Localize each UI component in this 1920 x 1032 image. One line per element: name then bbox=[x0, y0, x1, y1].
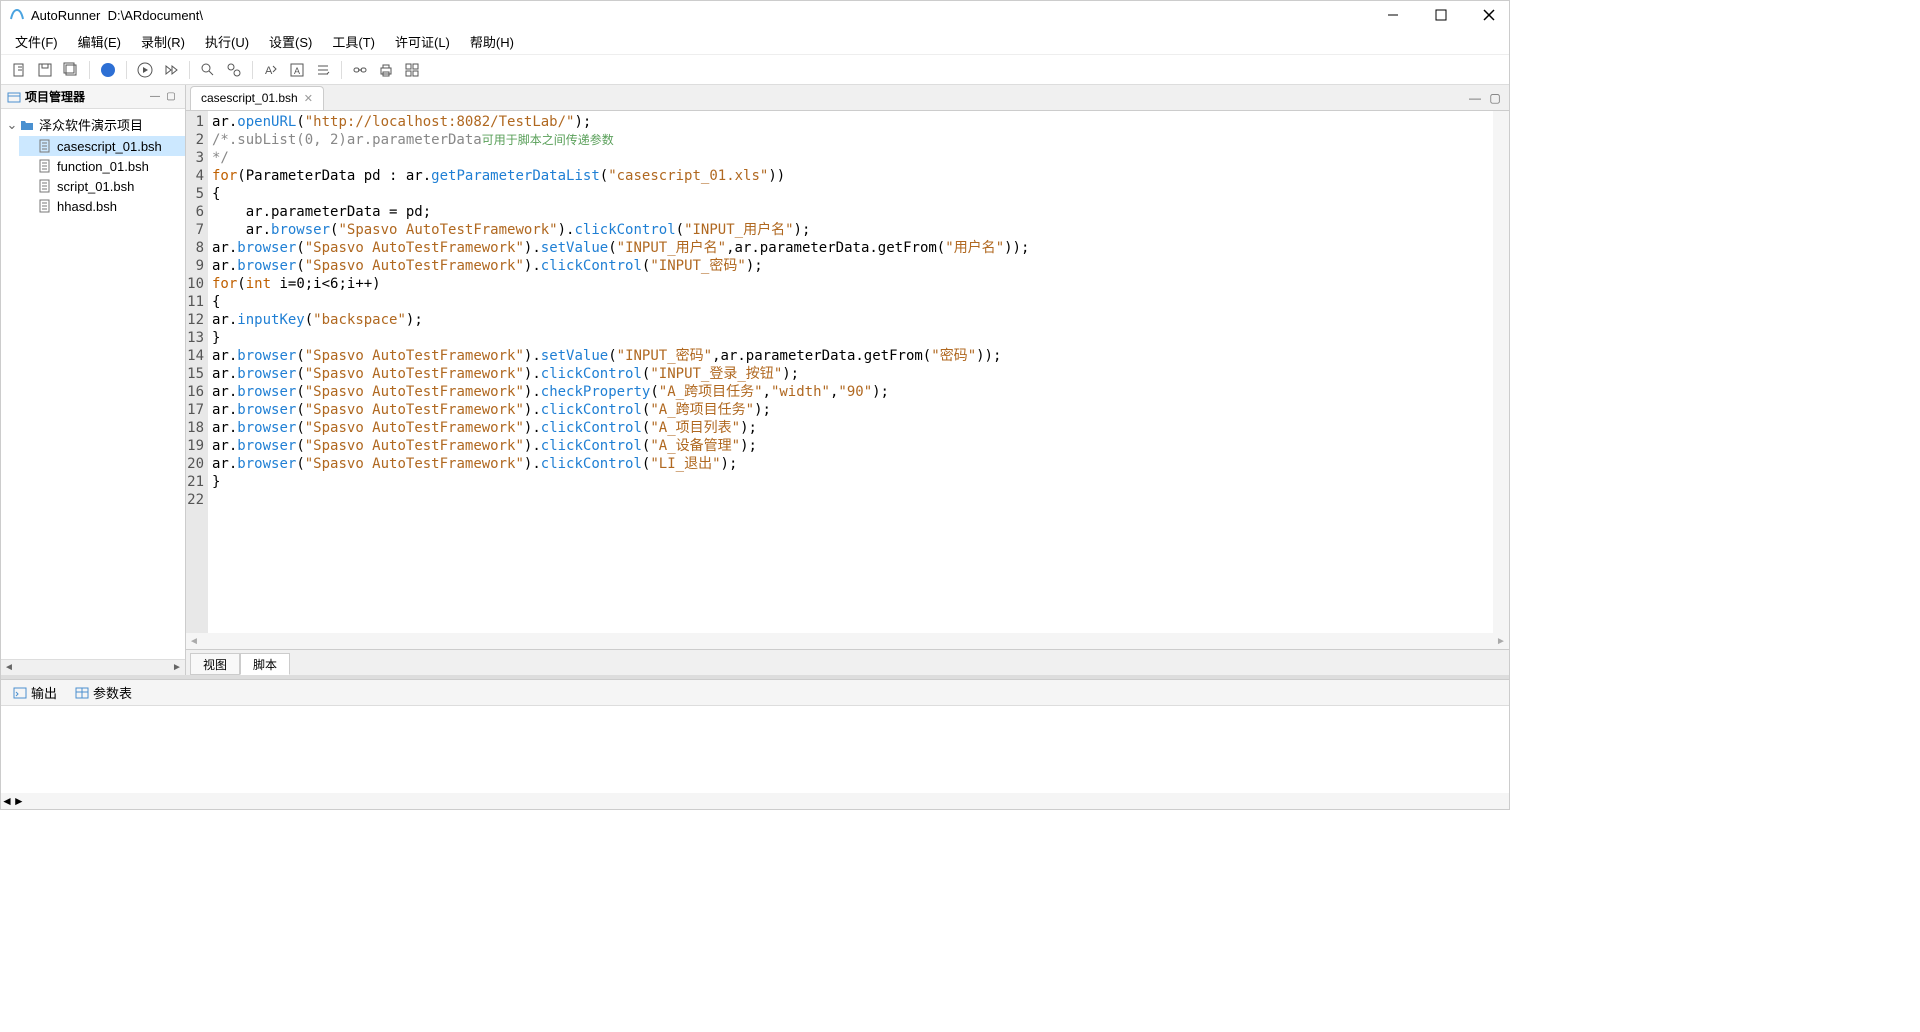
list-icon[interactable] bbox=[311, 58, 335, 82]
scroll-right-icon[interactable]: ► bbox=[169, 662, 185, 673]
svg-text:A: A bbox=[265, 65, 273, 77]
minimize-button[interactable] bbox=[1381, 3, 1405, 27]
output-body[interactable] bbox=[1, 706, 1509, 793]
format-icon[interactable]: A bbox=[285, 58, 309, 82]
menu-record[interactable]: 录制(R) bbox=[131, 28, 195, 55]
app-icon bbox=[9, 7, 25, 23]
close-button[interactable] bbox=[1477, 3, 1501, 27]
toolbar: A A bbox=[1, 55, 1509, 85]
maximize-button[interactable] bbox=[1429, 3, 1453, 27]
main-area: 项目管理器 — ▢ ⌄ 泽众软件演示项目 casescript_01.bshfu… bbox=[1, 85, 1509, 675]
menu-tools[interactable]: 工具(T) bbox=[322, 28, 385, 55]
scroll-right-icon[interactable]: ► bbox=[13, 794, 25, 808]
tab-maximize-icon[interactable]: ▢ bbox=[1487, 90, 1503, 106]
tree-project-root[interactable]: ⌄ 泽众软件演示项目 bbox=[1, 113, 185, 136]
tree-node-label: script_01.bsh bbox=[57, 179, 134, 194]
step-icon[interactable] bbox=[159, 58, 183, 82]
close-icon[interactable]: ✕ bbox=[304, 92, 313, 105]
scroll-left-icon[interactable]: ◄ bbox=[186, 636, 202, 647]
file-icon bbox=[37, 158, 53, 174]
tree-node-label: casescript_01.bsh bbox=[57, 139, 162, 154]
project-panel-title: 项目管理器 bbox=[25, 88, 147, 105]
code-editor[interactable]: 12345678910111213141516171819202122 ar.o… bbox=[186, 111, 1509, 633]
menu-help[interactable]: 帮助(H) bbox=[460, 28, 524, 55]
tree-file-item[interactable]: hhasd.bsh bbox=[19, 196, 185, 216]
file-icon bbox=[37, 198, 53, 214]
tab-label: casescript_01.bsh bbox=[201, 91, 298, 105]
play-icon[interactable] bbox=[133, 58, 157, 82]
save-icon[interactable] bbox=[33, 58, 57, 82]
chevron-down-icon[interactable]: ⌄ bbox=[5, 117, 19, 133]
menu-run[interactable]: 执行(U) bbox=[195, 28, 259, 55]
output-panel: 输出 参数表 ◄ ► bbox=[1, 679, 1509, 809]
menu-license[interactable]: 许可证(L) bbox=[385, 28, 460, 55]
output-tabbar: 输出 参数表 bbox=[1, 680, 1509, 706]
find-icon[interactable] bbox=[196, 58, 220, 82]
code-content[interactable]: ar.openURL("http://localhost:8082/TestLa… bbox=[208, 111, 1493, 633]
menu-edit[interactable]: 编辑(E) bbox=[68, 28, 131, 55]
editor-vertical-scrollbar[interactable] bbox=[1493, 111, 1509, 633]
tab-view[interactable]: 视图 bbox=[190, 653, 240, 675]
editor-horizontal-scrollbar[interactable]: ◄ ► bbox=[186, 633, 1509, 649]
panel-maximize-icon[interactable]: ▢ bbox=[163, 89, 179, 105]
scroll-left-icon[interactable]: ◄ bbox=[1, 662, 17, 673]
output-horizontal-scrollbar[interactable]: ◄ ► bbox=[1, 793, 1509, 809]
folder-icon bbox=[19, 117, 35, 133]
link-icon[interactable] bbox=[348, 58, 372, 82]
table-icon bbox=[75, 686, 89, 700]
font-icon[interactable]: A bbox=[259, 58, 283, 82]
editor-area: casescript_01.bsh ✕ — ▢ 1234567891011121… bbox=[186, 85, 1509, 675]
save-all-icon[interactable] bbox=[59, 58, 83, 82]
tree-node-label: hhasd.bsh bbox=[57, 199, 117, 214]
menu-settings[interactable]: 设置(S) bbox=[259, 28, 322, 55]
project-tree: ⌄ 泽众软件演示项目 casescript_01.bsh function_01.… bbox=[1, 109, 185, 659]
file-icon bbox=[37, 138, 53, 154]
console-icon bbox=[13, 686, 27, 700]
menu-file[interactable]: 文件(F) bbox=[5, 28, 68, 55]
line-gutter: 12345678910111213141516171819202122 bbox=[186, 111, 208, 633]
new-file-icon[interactable] bbox=[7, 58, 31, 82]
app-window: AutoRunner D:\ARdocument\ 文件(F) 编辑(E) 录制… bbox=[0, 0, 1510, 810]
titlebar: AutoRunner D:\ARdocument\ bbox=[1, 1, 1509, 29]
scroll-right-icon[interactable]: ► bbox=[1493, 636, 1509, 647]
editor-tab[interactable]: casescript_01.bsh ✕ bbox=[190, 86, 324, 110]
record-icon[interactable] bbox=[96, 58, 120, 82]
sidebar-scrollbar[interactable]: ◄ ► bbox=[1, 659, 185, 675]
window-title: AutoRunner D:\ARdocument\ bbox=[31, 8, 1381, 23]
panel-minimize-icon[interactable]: — bbox=[147, 89, 163, 105]
tab-output[interactable]: 输出 bbox=[5, 682, 65, 704]
project-panel-header: 项目管理器 — ▢ bbox=[1, 85, 185, 109]
tree-node-label: function_01.bsh bbox=[57, 159, 149, 174]
sidebar: 项目管理器 — ▢ ⌄ 泽众软件演示项目 casescript_01.bshfu… bbox=[1, 85, 186, 675]
menubar: 文件(F) 编辑(E) 录制(R) 执行(U) 设置(S) 工具(T) 许可证(… bbox=[1, 29, 1509, 55]
tab-params[interactable]: 参数表 bbox=[67, 682, 140, 704]
tree-node-label: 泽众软件演示项目 bbox=[39, 115, 143, 134]
tab-script[interactable]: 脚本 bbox=[240, 653, 290, 675]
tree-file-item[interactable]: function_01.bsh bbox=[19, 156, 185, 176]
editor-bottom-tabs: 视图 脚本 bbox=[186, 649, 1509, 675]
scroll-left-icon[interactable]: ◄ bbox=[1, 794, 13, 808]
svg-text:A: A bbox=[294, 66, 300, 76]
find-replace-icon[interactable] bbox=[222, 58, 246, 82]
tab-minimize-icon[interactable]: — bbox=[1467, 90, 1483, 106]
tree-file-item[interactable]: casescript_01.bsh bbox=[19, 136, 185, 156]
editor-tabbar: casescript_01.bsh ✕ — ▢ bbox=[186, 85, 1509, 111]
print-icon[interactable] bbox=[374, 58, 398, 82]
tree-file-item[interactable]: script_01.bsh bbox=[19, 176, 185, 196]
project-panel-icon bbox=[7, 90, 21, 104]
file-icon bbox=[37, 178, 53, 194]
grid-icon[interactable] bbox=[400, 58, 424, 82]
